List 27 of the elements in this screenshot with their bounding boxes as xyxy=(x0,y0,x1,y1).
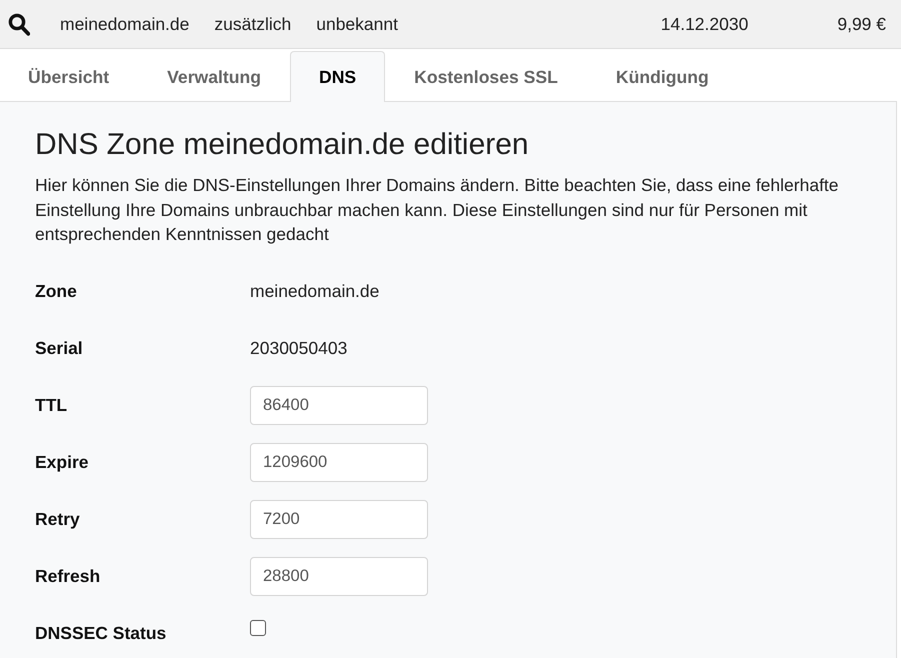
field-label: Serial xyxy=(35,338,84,358)
field-label: Expire xyxy=(35,452,90,472)
domain-status: unbekannt xyxy=(316,14,398,34)
tab[interactable]: Kostenloses SSL xyxy=(385,52,587,102)
field-label: TTL xyxy=(35,394,68,416)
input-field[interactable]: 28800 xyxy=(250,556,428,596)
input-field[interactable]: 1209600 xyxy=(250,442,428,482)
date-text: 14.12.2030 xyxy=(660,14,748,34)
tab[interactable]: Übersicht xyxy=(0,52,138,102)
field-label: Retry xyxy=(35,508,81,530)
field-value: 2030050403 xyxy=(250,338,348,358)
input-field[interactable]: 7200 xyxy=(250,500,428,538)
tab[interactable]: Kündigung xyxy=(586,52,738,102)
field-value: meinedomain.de xyxy=(250,280,380,302)
field-label: Zone xyxy=(35,280,78,302)
domain-type: zusätzlich xyxy=(214,14,292,34)
domain-name: meinedomain.de xyxy=(60,14,190,34)
field-label: Refresh xyxy=(35,566,102,586)
page-title: DNS Zone meinedomain.de editieren xyxy=(35,127,530,163)
tab[interactable]: DNS xyxy=(290,51,386,102)
price-text: 9,99 € xyxy=(837,14,886,34)
field-label: DNSSEC Status xyxy=(35,622,168,644)
search-icon[interactable] xyxy=(8,12,30,36)
tab[interactable]: Verwaltung xyxy=(138,52,290,102)
checkbox[interactable] xyxy=(250,620,266,636)
description-text: Hier können Sie die DNS-Einstellungen Ihrer Domains ändern. Bitte beachten Sie, dass eine fehlerhafte Einstellung Ihre Domains unbrauchbar machen kann. Diese Einstellungen sind nur für Personen mit entsprechenden Kenntnissen gedacht xyxy=(35,174,840,246)
input-field[interactable]: 86400 xyxy=(250,386,428,424)
